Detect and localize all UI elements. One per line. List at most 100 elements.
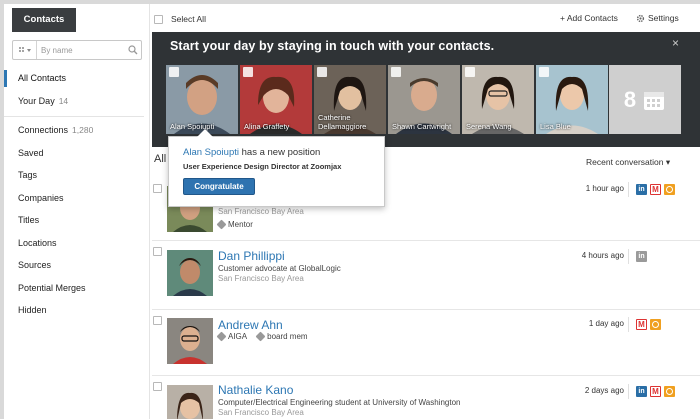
select-all-checkbox[interactable] bbox=[154, 14, 163, 24]
settings-button[interactable]: Settings bbox=[636, 13, 679, 23]
contact-name[interactable]: Dan Phillippi bbox=[218, 249, 285, 263]
banner-person-card[interactable]: Lisa Blue bbox=[536, 65, 608, 134]
sidebar-item-saved[interactable]: Saved bbox=[4, 142, 150, 165]
sidebar-item-label: Hidden bbox=[18, 305, 47, 315]
contact-headline: Customer advocate at GlobalLogic bbox=[218, 264, 341, 273]
row-divider bbox=[628, 182, 629, 197]
popup-message-text: has a new position bbox=[238, 147, 321, 158]
contact-tags: Mentor bbox=[216, 219, 253, 230]
banner-title: Start your day by staying in touch with … bbox=[170, 39, 495, 53]
sidebar-item-tags[interactable]: Tags bbox=[4, 164, 150, 187]
more-people-tile[interactable]: 8 bbox=[609, 65, 681, 134]
alarm-icon bbox=[391, 67, 401, 77]
banner-person-name: Catherine Dellamaggiore bbox=[318, 113, 367, 131]
banner-person-name: Shawn Cartwright bbox=[392, 121, 452, 131]
sidebar-item-label: Companies bbox=[18, 192, 64, 203]
contact-row[interactable]: Nathalie Kano Computer/Electrical Engine… bbox=[152, 376, 700, 419]
sidebar-item-potential-merges[interactable]: Potential Merges bbox=[4, 277, 150, 300]
sidebar-item-companies[interactable]: Companies bbox=[4, 187, 150, 210]
sidebar-item-connections[interactable]: Connections 1,280 bbox=[4, 119, 150, 142]
sidebar-item-locations[interactable]: Locations bbox=[4, 232, 150, 255]
search-icon[interactable] bbox=[125, 42, 141, 58]
contact-row[interactable]: Andrew Ahn AIGA board mem 1 day ago M bbox=[152, 310, 700, 376]
row-checkbox[interactable] bbox=[153, 184, 162, 193]
avatar bbox=[167, 385, 213, 419]
popup-position: User Experience Design Director at Zoomj… bbox=[183, 162, 342, 171]
sidebar-item-label: Connections bbox=[18, 125, 69, 135]
sort-dropdown[interactable]: Recent conversation ▾ bbox=[586, 157, 670, 168]
sidebar-item-your-day[interactable]: Your Day 14 bbox=[4, 90, 150, 113]
row-checkbox[interactable] bbox=[153, 382, 162, 391]
row-checkbox[interactable] bbox=[153, 247, 162, 256]
sidebar-item-count: 1,280 bbox=[72, 125, 94, 135]
outlook-icon[interactable] bbox=[664, 386, 675, 397]
toolbar: Select All + Add Contacts Settings bbox=[152, 4, 700, 31]
bag-icon bbox=[243, 67, 253, 77]
outlook-icon[interactable] bbox=[650, 319, 661, 330]
gmail-icon[interactable]: M bbox=[636, 319, 647, 330]
tag-label: board mem bbox=[267, 332, 308, 341]
popup-person-link[interactable]: Alan Spoiupti bbox=[183, 147, 239, 158]
banner-person-card[interactable]: Catherine Dellamaggiore bbox=[314, 65, 386, 134]
contact-tags: AIGA board mem bbox=[216, 331, 308, 342]
banner-person-name: Alina Graffety bbox=[244, 121, 290, 131]
banner-person-card[interactable]: Alan Spoiupti bbox=[166, 65, 238, 134]
source-icons: M bbox=[636, 319, 661, 330]
linkedin-icon[interactable]: in bbox=[636, 386, 647, 397]
sidebar-item-label: Sources bbox=[18, 260, 52, 270]
tag-icon bbox=[216, 331, 227, 342]
linkedin-icon[interactable]: in bbox=[636, 251, 647, 262]
banner-person-name: Serena Wang bbox=[466, 121, 512, 131]
sidebar-item-label: Saved bbox=[18, 147, 44, 158]
contact-row[interactable]: Dan Phillippi Customer advocate at Globa… bbox=[152, 241, 700, 310]
gmail-icon[interactable]: M bbox=[650, 386, 661, 397]
sidebar-item-label: Locations bbox=[18, 237, 57, 248]
sidebar-item-sources[interactable]: Sources bbox=[4, 254, 150, 277]
sidebar-item-hidden[interactable]: Hidden bbox=[4, 299, 150, 322]
banner-person-card[interactable]: Shawn Cartwright bbox=[388, 65, 460, 134]
banner-person-card[interactable]: Serena Wang bbox=[462, 65, 534, 134]
your-day-banner: Start your day by staying in touch with … bbox=[152, 32, 700, 147]
banner-person-card[interactable]: Alina Graffety bbox=[240, 65, 312, 134]
sidebar: Contacts All Contacts Your Day14 Connect… bbox=[4, 4, 150, 419]
more-people-count: 8 bbox=[623, 86, 637, 112]
linkedin-icon[interactable]: in bbox=[636, 184, 647, 195]
row-divider bbox=[628, 249, 629, 264]
sidebar-nav: All Contacts Your Day 14 Connections 1,280… bbox=[4, 67, 150, 322]
outlook-icon[interactable] bbox=[664, 184, 675, 195]
popup-arrow bbox=[197, 129, 213, 137]
gmail-icon[interactable]: M bbox=[650, 184, 661, 195]
sidebar-item-all-contacts[interactable]: All Contacts bbox=[4, 67, 150, 90]
last-contact-time: 2 days ago bbox=[584, 386, 624, 395]
tag[interactable]: Mentor bbox=[216, 219, 253, 230]
sidebar-item-count: 14 bbox=[58, 95, 69, 106]
tag-label: AIGA bbox=[228, 332, 248, 341]
job-change-icon bbox=[169, 67, 179, 77]
sidebar-item-label: Titles bbox=[18, 215, 40, 225]
add-contacts-button[interactable]: + Add Contacts bbox=[560, 13, 618, 23]
close-icon[interactable]: × bbox=[672, 36, 679, 50]
select-all-control[interactable]: Select All bbox=[154, 14, 206, 24]
sidebar-divider bbox=[4, 116, 144, 117]
tag[interactable]: board mem bbox=[255, 331, 308, 342]
contact-name[interactable]: Nathalie Kano bbox=[218, 383, 293, 397]
new-position-popup: Alan Spoiupti has a new position User Ex… bbox=[168, 129, 385, 207]
sidebar-item-label: Your Day bbox=[18, 95, 55, 106]
contacts-tab[interactable]: Contacts bbox=[12, 8, 76, 32]
sidebar-item-label: All Contacts bbox=[18, 73, 67, 83]
congratulate-button[interactable]: Congratulate bbox=[183, 178, 255, 195]
search-input[interactable] bbox=[37, 42, 125, 58]
source-icons: in M bbox=[636, 184, 675, 195]
row-checkbox[interactable] bbox=[153, 316, 162, 325]
tag-icon bbox=[216, 219, 227, 230]
search-filter-dropdown[interactable] bbox=[13, 41, 37, 59]
contact-name[interactable]: Andrew Ahn bbox=[218, 318, 283, 332]
plane-icon bbox=[539, 67, 549, 77]
sidebar-item-titles[interactable]: Titles bbox=[4, 209, 150, 232]
filter-icon bbox=[18, 47, 31, 52]
source-icons: in M bbox=[636, 386, 675, 397]
tag[interactable]: AIGA bbox=[216, 331, 248, 342]
tag-icon bbox=[255, 331, 266, 342]
popup-message: Alan Spoiupti has a new position bbox=[183, 147, 320, 158]
sidebar-item-label: Potential Merges bbox=[18, 282, 86, 293]
